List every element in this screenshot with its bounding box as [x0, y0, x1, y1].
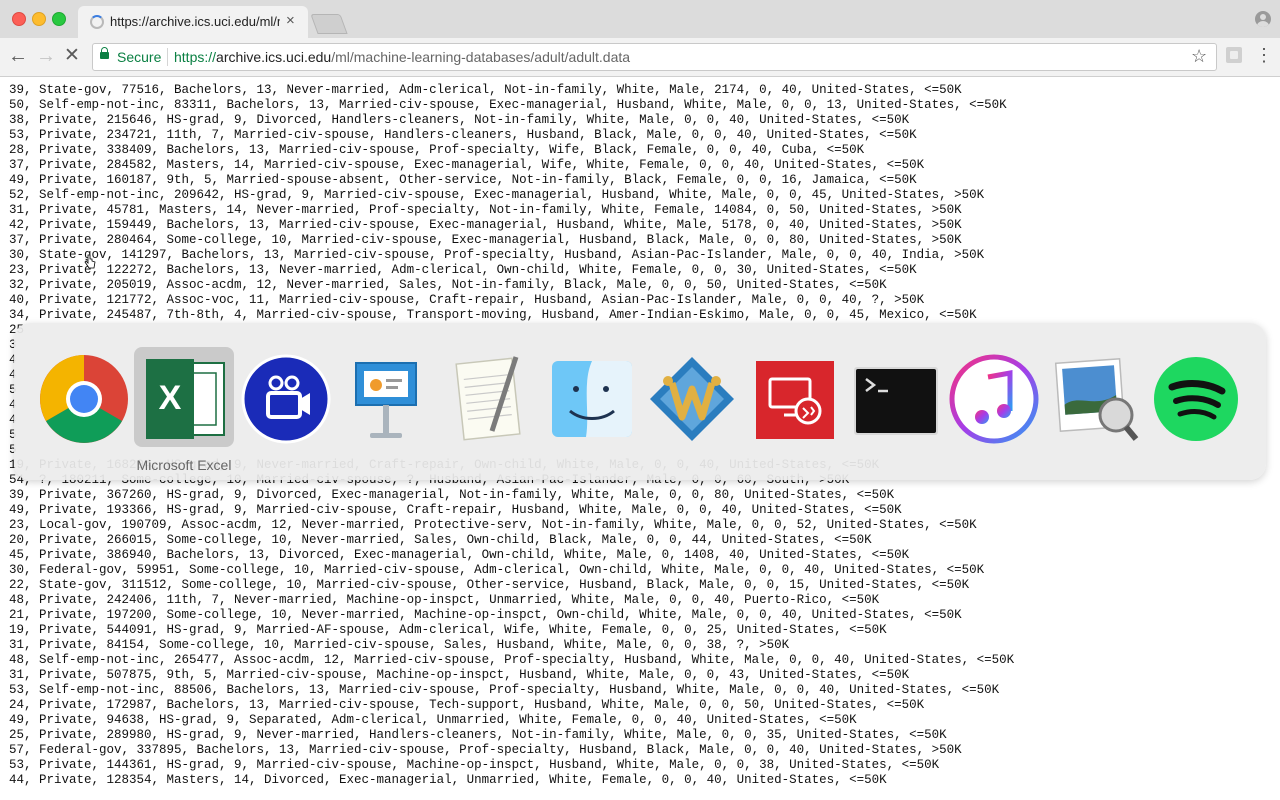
app-finder[interactable] — [542, 347, 642, 447]
back-button[interactable]: ← — [8, 45, 28, 67]
itunes-icon — [949, 354, 1039, 444]
data-line: 30, State-gov, 141297, Bachelors, 13, Ma… — [9, 248, 985, 262]
secure-label: Secure — [117, 49, 162, 65]
stop-loading-button[interactable]: ✕ — [64, 45, 80, 67]
data-line: 20, Private, 266015, Some-college, 10, N… — [9, 533, 872, 547]
selected-app-label: Microsoft Excel — [136, 457, 232, 473]
app-spotify[interactable] — [1146, 347, 1246, 447]
data-line: 38, Private, 215646, HS-grad, 9, Divorce… — [9, 113, 910, 127]
window-titlebar: https://archive.ics.uci.edu/ml/m × — [0, 0, 1280, 38]
data-line: 37, Private, 284582, Masters, 14, Marrie… — [9, 158, 925, 172]
close-window-button[interactable] — [12, 12, 26, 26]
data-line: 23, Private, 122272, Bachelors, 13, Neve… — [9, 263, 917, 277]
data-line: 53, Private, 144361, HS-grad, 9, Married… — [9, 758, 940, 772]
hand-cursor-icon — [84, 254, 96, 269]
data-line: 31, Private, 45781, Masters, 14, Never-m… — [9, 203, 962, 217]
app-microsoft-excel[interactable]: X — [134, 347, 234, 447]
bookmark-star-icon[interactable]: ☆ — [1191, 46, 1207, 67]
data-line: 24, Private, 172987, Bachelors, 13, Marr… — [9, 698, 925, 712]
data-line: 31, Private, 84154, Some-college, 10, Ma… — [9, 638, 790, 652]
mathematica-icon — [650, 357, 734, 441]
browser-toolbar: ← → ✕ Secure https://archive.ics.uci.edu… — [0, 38, 1280, 77]
excel-icon: X — [146, 359, 225, 439]
app-switcher: X Microsoft Excel — [14, 323, 1266, 480]
extension-icon[interactable] — [1226, 47, 1242, 63]
data-line: 48, Private, 242406, 11th, 7, Never-marr… — [9, 593, 880, 607]
data-line: 53, Private, 234721, 11th, 7, Married-ci… — [9, 128, 917, 142]
url-text[interactable]: https://archive.ics.uci.edu/ml/machine-l… — [174, 49, 630, 65]
data-line: 28, Private, 338409, Bachelors, 13, Marr… — [9, 143, 865, 157]
app-terminal[interactable] — [844, 347, 944, 447]
data-line: 48, Self-emp-not-inc, 265477, Assoc-acdm… — [9, 653, 1015, 667]
app-keynote[interactable] — [336, 347, 436, 447]
browser-menu-icon[interactable]: ⋮ — [1255, 44, 1273, 66]
url-separator — [167, 48, 168, 66]
finder-icon — [552, 361, 632, 437]
data-line: 49, Private, 94638, HS-grad, 9, Separate… — [9, 713, 857, 727]
data-line: 39, Private, 367260, HS-grad, 9, Divorce… — [9, 488, 895, 502]
screencast-icon — [241, 354, 331, 444]
fullscreen-window-button[interactable] — [52, 12, 66, 26]
data-line: 34, Private, 245487, 7th-8th, 4, Married… — [9, 308, 977, 322]
url-path: /ml/machine-learning-databases/adult/adu… — [331, 49, 631, 65]
data-line: 53, Self-emp-not-inc, 88506, Bachelors, … — [9, 683, 1000, 697]
app-chrome[interactable] — [34, 347, 134, 447]
app-itunes[interactable] — [944, 347, 1044, 447]
terminal-icon — [854, 367, 938, 435]
data-line: 22, State-gov, 311512, Some-college, 10,… — [9, 578, 970, 592]
app-screencast[interactable] — [236, 347, 336, 447]
data-line: 19, Private, 544091, HS-grad, 9, Married… — [9, 623, 887, 637]
app-mathematica[interactable] — [642, 347, 742, 447]
data-line: 39, State-gov, 77516, Bachelors, 13, Nev… — [9, 83, 962, 97]
data-line: 30, Federal-gov, 59951, Some-college, 10… — [9, 563, 985, 577]
app-remote-desktop[interactable] — [744, 347, 844, 447]
data-line: 57, Federal-gov, 337895, Bachelors, 13, … — [9, 743, 962, 757]
data-line: 44, Private, 128354, Masters, 14, Divorc… — [9, 773, 887, 787]
app-textedit[interactable] — [438, 347, 538, 447]
data-line: 32, Private, 205019, Assoc-acdm, 12, Nev… — [9, 278, 887, 292]
svg-text:X: X — [159, 379, 182, 417]
textedit-icon — [455, 356, 521, 441]
spotify-icon — [1154, 357, 1238, 441]
url-scheme: https:// — [174, 49, 217, 65]
loading-spinner-icon — [90, 15, 104, 29]
profile-icon[interactable] — [1255, 11, 1271, 27]
data-line: 40, Private, 121772, Assoc-voc, 11, Marr… — [9, 293, 925, 307]
tab-close-button[interactable]: × — [286, 12, 295, 29]
chrome-icon — [40, 355, 128, 443]
forward-button[interactable]: → — [36, 45, 56, 67]
minimize-window-button[interactable] — [32, 12, 46, 26]
lock-icon — [100, 47, 109, 59]
tab-title: https://archive.ics.uci.edu/ml/m — [110, 14, 280, 29]
data-line: 45, Private, 386940, Bachelors, 13, Divo… — [9, 548, 910, 562]
data-line: 49, Private, 160187, 9th, 5, Married-spo… — [9, 173, 917, 187]
address-bar[interactable]: Secure https://archive.ics.uci.edu/ml/ma… — [92, 43, 1217, 71]
browser-tab[interactable]: https://archive.ics.uci.edu/ml/m × — [78, 6, 308, 38]
data-line: 25, Private, 289980, HS-grad, 9, Never-m… — [9, 728, 947, 742]
keynote-icon — [355, 362, 417, 438]
remote-desktop-icon — [756, 361, 834, 439]
data-line: 52, Self-emp-not-inc, 209642, HS-grad, 9… — [9, 188, 985, 202]
data-line: 31, Private, 507875, 9th, 5, Married-civ… — [9, 668, 910, 682]
app-preview[interactable] — [1046, 347, 1146, 447]
new-tab-button[interactable] — [310, 14, 348, 34]
url-host: archive.ics.uci.edu — [216, 49, 332, 65]
data-line: 23, Local-gov, 190709, Assoc-acdm, 12, N… — [9, 518, 977, 532]
data-line: 21, Private, 197200, Some-college, 10, N… — [9, 608, 962, 622]
data-line: 49, Private, 193366, HS-grad, 9, Married… — [9, 503, 902, 517]
data-line: 37, Private, 280464, Some-college, 10, M… — [9, 233, 962, 247]
data-line: 42, Private, 159449, Bachelors, 13, Marr… — [9, 218, 962, 232]
preview-icon — [1054, 358, 1139, 441]
data-line: 50, Self-emp-not-inc, 83311, Bachelors, … — [9, 98, 1007, 112]
